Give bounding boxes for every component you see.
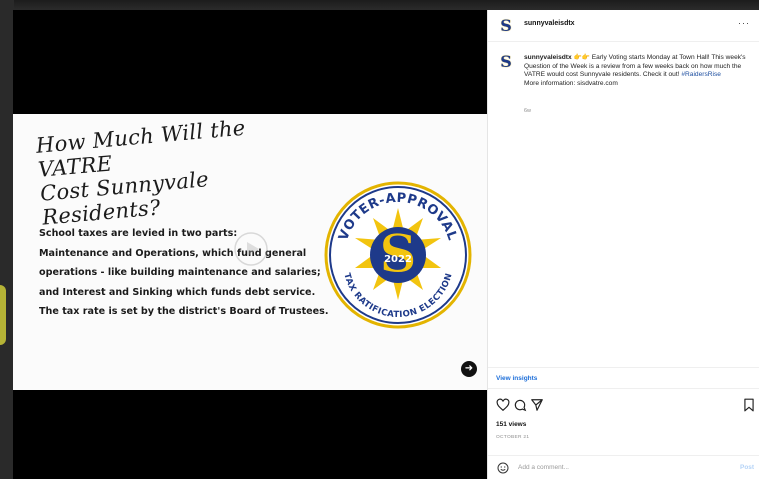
post-header: S sunnyvaleisdtx ··· <box>488 10 759 42</box>
post-slide: How Much Will the VATRE Cost Sunnyvale R… <box>13 114 487 390</box>
slide-body: School taxes are levied in two parts: Ma… <box>39 224 349 322</box>
slide-body-line: Maintenance and Operations, which fund g… <box>39 247 307 259</box>
arrow-right-icon[interactable]: ➜ <box>461 361 477 377</box>
slide-title: How Much Will the VATRE Cost Sunnyvale R… <box>35 109 332 230</box>
post-details-panel: S sunnyvaleisdtx ··· S sunnyvaleisdtx 👉👉… <box>487 10 759 479</box>
comment-input[interactable]: Add a comment... <box>518 464 569 471</box>
post-comment-button[interactable]: Post <box>740 464 754 471</box>
caption-more-info: More information: sisdvatre.com <box>524 79 618 87</box>
bookmark-icon[interactable] <box>742 398 756 412</box>
post-username[interactable]: sunnyvaleisdtx <box>524 20 575 27</box>
background-decoration <box>0 285 6 345</box>
slide-body-line: operations - like building maintenance a… <box>39 267 321 278</box>
browser-top-strip <box>0 0 759 10</box>
view-insights-link[interactable]: View insights <box>496 375 537 382</box>
heart-icon[interactable] <box>496 398 510 412</box>
more-options-icon[interactable]: ··· <box>738 18 750 28</box>
background-page <box>0 0 14 479</box>
caption-username[interactable]: sunnyvaleisdtx <box>524 54 572 61</box>
post-caption: sunnyvaleisdtx 👉👉 Early Voting starts Mo… <box>524 54 752 88</box>
slide-body-line: and Interest and Sinking which funds deb… <box>39 286 316 298</box>
caption-age: 6w <box>524 108 532 114</box>
emoji-icon[interactable] <box>497 462 509 474</box>
slide-body-line: School taxes are levied in two parts: <box>39 228 238 239</box>
post-actions <box>496 398 758 412</box>
account-avatar[interactable]: S <box>497 17 515 35</box>
seal-year: 2022 <box>384 254 412 265</box>
post-media-viewer[interactable]: How Much Will the VATRE Cost Sunnyvale R… <box>13 10 487 479</box>
play-icon[interactable] <box>234 232 268 266</box>
screenshot: How Much Will the VATRE Cost Sunnyvale R… <box>0 0 759 479</box>
view-count: 151 views <box>496 421 527 428</box>
caption-emoji: 👉👉 <box>573 54 590 61</box>
caption-avatar[interactable]: S <box>497 53 515 71</box>
comment-icon[interactable] <box>513 398 527 412</box>
post-date: OCTOBER 21 <box>496 435 530 440</box>
slide-body-line: The tax rate is set by the district's Bo… <box>39 306 329 317</box>
comment-bar: Add a comment... Post <box>488 455 759 479</box>
share-icon[interactable] <box>530 398 544 412</box>
caption-hashtag[interactable]: #RaidersRise <box>681 71 721 78</box>
insights-bar: View insights <box>488 367 759 389</box>
voter-approval-seal: S 2022 VOTER-APPROVAL TAX RATIFICATION E… <box>324 181 472 329</box>
